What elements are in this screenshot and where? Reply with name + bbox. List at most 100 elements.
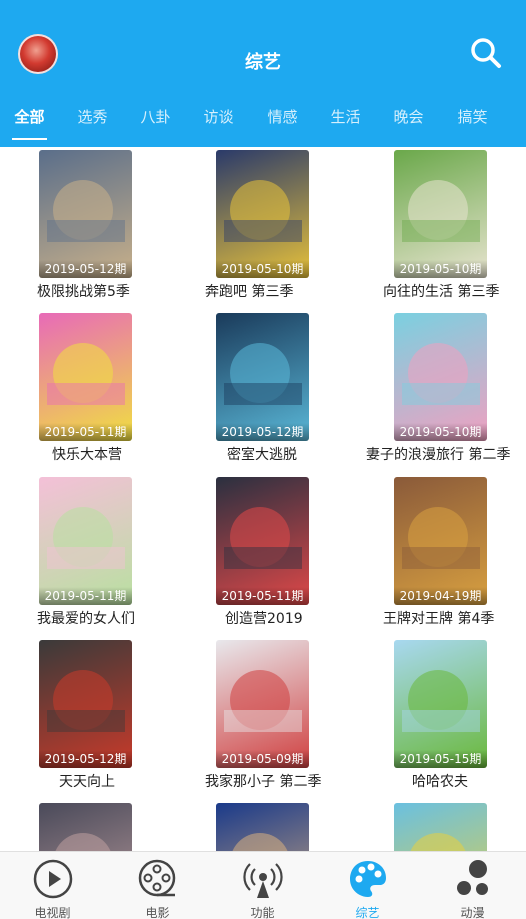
film-reel-icon: [137, 858, 179, 900]
nav-item-4[interactable]: 动漫: [420, 852, 525, 919]
nav-label: 电影: [145, 906, 170, 919]
show-poster[interactable]: 2019-05-15期: [394, 640, 487, 768]
poster-art: [47, 710, 125, 732]
poster-art: [402, 547, 480, 569]
nav-label: 动漫: [460, 906, 485, 919]
show-poster[interactable]: 2019-05-11期: [39, 477, 132, 605]
show-card[interactable]: 2019-05-12期 极限挑战第5季: [37, 150, 214, 310]
show-poster[interactable]: 2019-05-11期: [39, 313, 132, 441]
show-title: 快乐大本营: [52, 447, 122, 463]
show-poster[interactable]: 2019-04-19期: [394, 477, 487, 605]
tab-2[interactable]: 八卦: [124, 106, 187, 127]
tab-8[interactable]: 音: [504, 106, 526, 127]
nav-item-3[interactable]: 综艺: [315, 852, 420, 919]
episode-date: 2019-05-12期: [39, 260, 132, 278]
show-card[interactable]: 2019-05-11期 我最爱的女人们: [37, 477, 214, 637]
show-card[interactable]: 2019-05-10期妻子的浪漫旅行 第二季: [366, 313, 526, 473]
show-card[interactable]: 2019-05-11期 创造营2019: [216, 477, 391, 637]
episode-date: 2019-05-12期: [39, 750, 132, 768]
poster-art: [53, 833, 113, 851]
category-tabs: 全部选秀八卦访谈情感生活晚会搞笑音: [0, 96, 526, 140]
show-title: 向往的生活 第三季: [383, 284, 500, 300]
show-poster[interactable]: 2019-05-12期: [39, 150, 132, 278]
show-poster[interactable]: 2019-05-09期: [216, 640, 309, 768]
show-poster[interactable]: 2019-05-10期: [394, 150, 487, 278]
poster-art: [47, 383, 125, 405]
episode-date: 2019-05-11期: [216, 587, 309, 605]
show-card[interactable]: [216, 803, 391, 851]
show-card[interactable]: 2019-05-15期 哈哈农夫: [394, 640, 526, 800]
tab-3[interactable]: 访谈: [187, 106, 250, 127]
show-poster[interactable]: 2019-05-12期: [39, 640, 132, 768]
poster-art: [230, 833, 290, 851]
tab-1[interactable]: 选秀: [61, 106, 124, 127]
show-poster[interactable]: 2019-05-10期: [394, 313, 487, 441]
show-poster[interactable]: [216, 803, 309, 851]
show-poster[interactable]: 2019-05-11期: [216, 477, 309, 605]
play-circle-icon: [32, 858, 74, 900]
episode-date: 2019-05-12期: [216, 423, 309, 441]
tab-4[interactable]: 情感: [251, 106, 314, 127]
nav-item-1[interactable]: 电影: [105, 852, 210, 919]
tab-0[interactable]: 全部: [0, 106, 61, 127]
show-title: 王牌对王牌 第4季: [383, 611, 495, 627]
episode-date: 2019-05-10期: [394, 423, 487, 441]
poster-art: [224, 220, 302, 242]
nav-label: 功能: [250, 906, 275, 919]
episode-date: 2019-05-15期: [394, 750, 487, 768]
bottom-navigation: 电视剧 电影 功能 综艺 动漫: [0, 851, 526, 919]
show-card[interactable]: 2019-05-12期 天天向上: [39, 640, 214, 800]
episode-date: 2019-05-11期: [39, 587, 132, 605]
show-card[interactable]: 2019-05-09期 我家那小子 第二季: [205, 640, 391, 800]
show-card[interactable]: 2019-05-10期奔跑吧 第三季: [205, 150, 391, 310]
show-card[interactable]: [394, 803, 526, 851]
show-card[interactable]: 2019-05-12期 密室大逃脱: [216, 313, 391, 473]
nav-item-2[interactable]: 功能: [210, 852, 315, 919]
poster-art: [408, 833, 468, 851]
show-title: 我家那小子 第二季: [205, 774, 322, 790]
nav-item-0[interactable]: 电视剧: [0, 852, 105, 919]
poster-art: [402, 383, 480, 405]
active-tab-indicator: [12, 138, 47, 140]
show-poster[interactable]: 2019-05-10期: [216, 150, 309, 278]
show-card[interactable]: [39, 803, 214, 851]
episode-date: 2019-05-09期: [216, 750, 309, 768]
show-poster[interactable]: [39, 803, 132, 851]
poster-art: [47, 547, 125, 569]
show-card[interactable]: 2019-05-10期 向往的生活 第三季: [383, 150, 526, 310]
show-title: 创造营2019: [225, 611, 303, 627]
search-button[interactable]: [466, 33, 506, 73]
episode-date: 2019-05-10期: [394, 260, 487, 278]
show-title: 天天向上: [59, 774, 115, 790]
palette-icon: [347, 858, 389, 900]
show-poster[interactable]: [394, 803, 487, 851]
bubbles-icon: [452, 858, 494, 900]
tab-7[interactable]: 搞笑: [441, 106, 504, 127]
show-title: 极限挑战第5季: [37, 284, 130, 300]
poster-art: [224, 710, 302, 732]
poster-art: [224, 547, 302, 569]
show-title: 密室大逃脱: [227, 447, 297, 463]
episode-date: 2019-04-19期: [394, 587, 487, 605]
show-grid: 2019-05-12期 极限挑战第5季 2019-05-10期 奔跑吧 第三季 2019…: [0, 147, 526, 851]
poster-art: [47, 220, 125, 242]
tab-6[interactable]: 晚会: [377, 106, 440, 127]
poster-art: [224, 383, 302, 405]
page-title: 综艺: [245, 52, 281, 73]
top-bar: 综艺 全部选秀八卦访谈情感生活晚会搞笑音: [0, 0, 526, 147]
show-poster[interactable]: 2019-05-12期: [216, 313, 309, 441]
show-title: 妻子的浪漫旅行 第二季: [366, 447, 511, 463]
broadcast-icon: [242, 858, 284, 900]
poster-art: [402, 710, 480, 732]
nav-label: 电视剧: [34, 906, 71, 919]
show-title: 哈哈农夫: [412, 774, 468, 790]
show-card[interactable]: 2019-04-19期 王牌对王牌 第4季: [383, 477, 526, 637]
episode-date: 2019-05-10期: [216, 260, 309, 278]
search-icon: [471, 38, 501, 68]
poster-art: [402, 220, 480, 242]
tab-5[interactable]: 生活: [314, 106, 377, 127]
show-card[interactable]: 2019-05-11期 快乐大本营: [39, 313, 214, 473]
show-title: 奔跑吧 第三季: [205, 284, 294, 300]
episode-date: 2019-05-11期: [39, 423, 132, 441]
show-title: 我最爱的女人们: [37, 611, 135, 627]
